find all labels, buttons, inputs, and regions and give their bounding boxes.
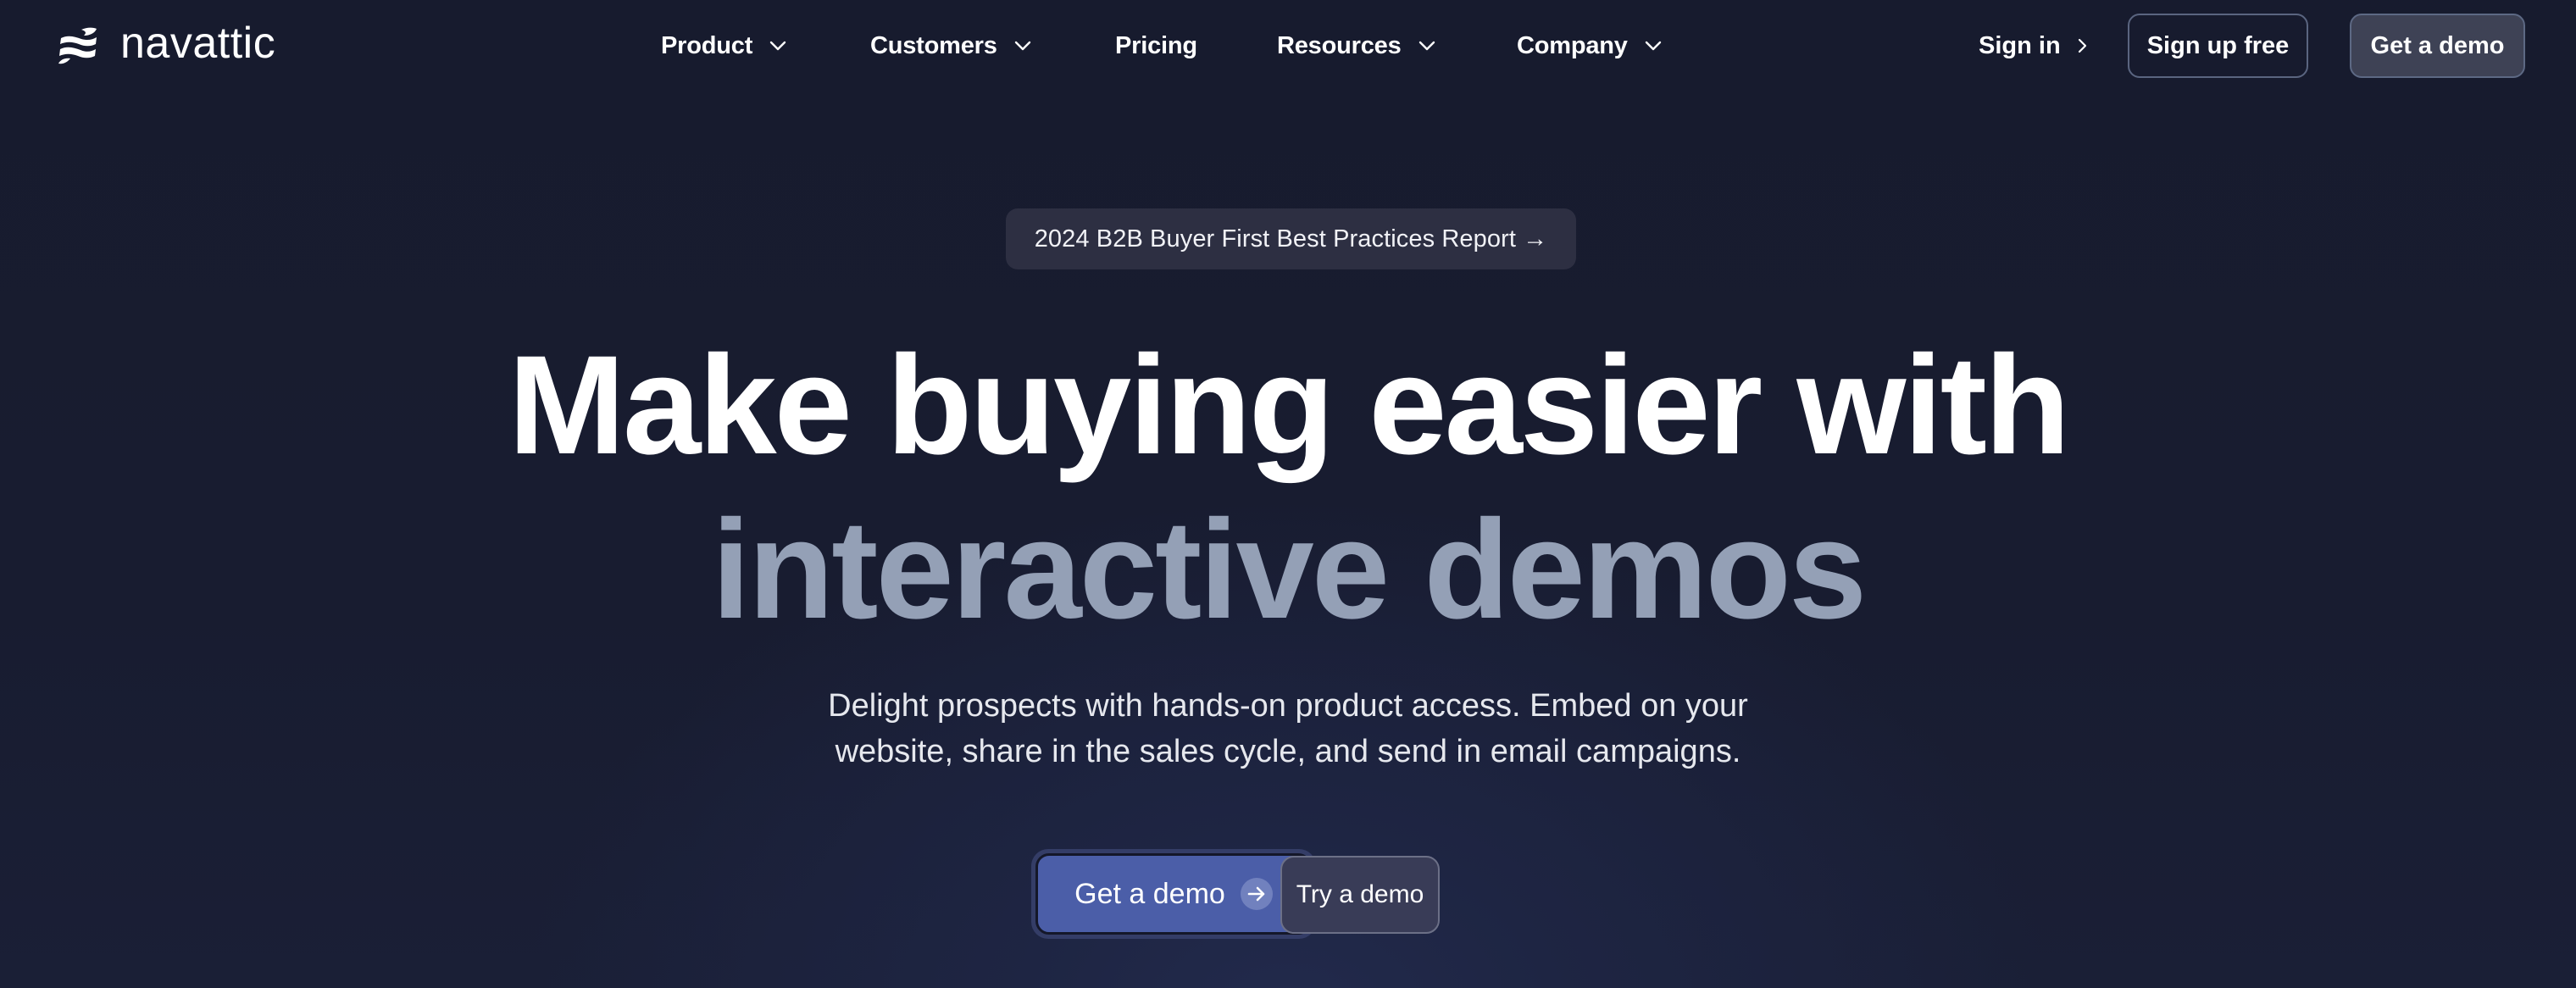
sign-in-label: Sign in	[1979, 31, 2061, 59]
report-announcement-badge[interactable]: 2024 B2B Buyer First Best Practices Repo…	[1006, 208, 1576, 269]
nav-item-customers[interactable]: Customers	[870, 27, 1031, 64]
try-demo-button[interactable]: Try a demo	[1280, 856, 1440, 934]
nav-label: Resources	[1277, 31, 1402, 59]
get-demo-label: Get a demo	[1074, 877, 1225, 910]
nav-item-product[interactable]: Product	[661, 27, 786, 64]
brand-name: navattic	[120, 19, 276, 68]
header-get-demo-button[interactable]: Get a demo	[2350, 14, 2525, 78]
nav-label: Customers	[870, 31, 997, 59]
nav-label: Pricing	[1115, 31, 1197, 59]
headline-line-2: interactive demos	[711, 491, 1868, 648]
arrow-right-icon	[1240, 878, 1273, 910]
nav-item-company[interactable]: Company	[1517, 27, 1662, 64]
navattic-logo-icon	[58, 27, 97, 64]
nav-item-resources[interactable]: Resources	[1277, 27, 1435, 64]
subtitle-line-1: Delight prospects with hands-on product …	[828, 688, 1748, 724]
get-demo-button[interactable]: Get a demo	[1035, 853, 1312, 935]
chevron-down-icon	[1418, 41, 1435, 51]
sign-up-free-button[interactable]: Sign up free	[2128, 14, 2308, 78]
chevron-down-icon	[1014, 41, 1030, 51]
brand-logo-link[interactable]: navattic	[56, 19, 276, 68]
sign-in-link[interactable]: Sign in	[1979, 27, 2087, 64]
nav-item-pricing[interactable]: Pricing	[1115, 27, 1197, 64]
nav-label: Product	[661, 31, 753, 59]
primary-cta-focus-ring: Get a demo	[1031, 849, 1316, 939]
chevron-down-icon	[1645, 41, 1661, 51]
nav-label: Company	[1517, 31, 1628, 59]
headline-line-1: Make buying easier with	[508, 327, 2071, 484]
chevron-down-icon	[769, 41, 786, 51]
chevron-right-icon	[2078, 38, 2086, 53]
subtitle-line-2: website, share in the sales cycle, and s…	[835, 734, 1741, 769]
